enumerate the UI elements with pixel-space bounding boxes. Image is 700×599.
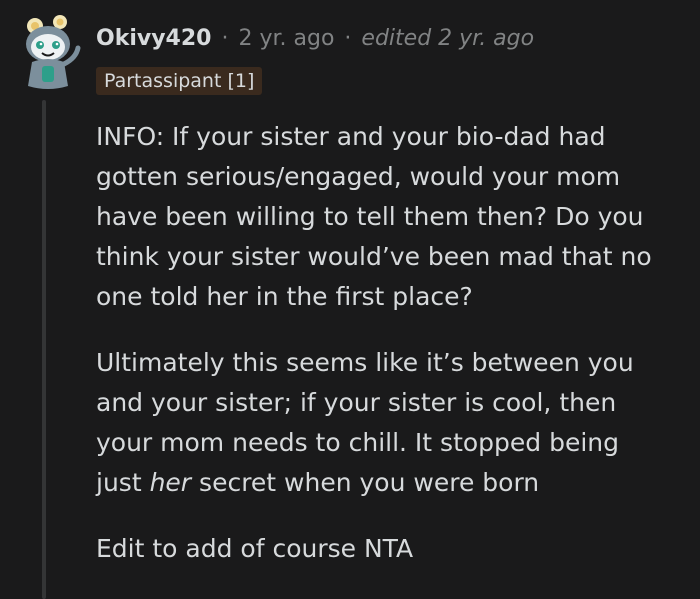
comment-line: just her secret when you were born	[96, 468, 539, 497]
snoo-avatar-icon	[26, 15, 81, 89]
comment-line: and your sister; if your sister is cool,…	[96, 388, 617, 417]
comment-paragraph-info: INFO: If your sister and your bio-dad ha…	[96, 117, 686, 317]
comment-line: think your sister would’ve been mad that…	[96, 242, 652, 271]
separator-dot: ·	[344, 26, 352, 51]
comment-header: Okivy420 · 2 yr. ago · edited 2 yr. ago	[96, 26, 534, 51]
separator-dot: ·	[221, 26, 229, 51]
user-avatar[interactable]	[22, 14, 82, 90]
comment-timestamp[interactable]: 2 yr. ago	[238, 26, 334, 51]
emphasis-text: her	[149, 468, 192, 497]
thread-collapse-line[interactable]	[42, 100, 46, 599]
username-link[interactable]: Okivy420	[96, 26, 211, 51]
comment-line: your mom needs to chill. It stopped bein…	[96, 428, 620, 457]
comment-paragraph-edit: Edit to add of course NTA	[96, 529, 686, 569]
comment-line: have been willing to tell them then? Do …	[96, 202, 644, 231]
comment-line: gotten serious/engaged, would your mom	[96, 162, 621, 191]
line-text: just	[96, 468, 150, 497]
comment-body: INFO: If your sister and your bio-dad ha…	[96, 117, 686, 595]
comment-line: Ultimately this seems like it’s between …	[96, 348, 634, 377]
comment-line: one told her in the first place?	[96, 282, 473, 311]
comment-paragraph-ultimately: Ultimately this seems like it’s between …	[96, 343, 686, 503]
comment-line: INFO: If your sister and your bio-dad ha…	[96, 122, 606, 151]
edited-timestamp: edited 2 yr. ago	[361, 26, 535, 51]
comment-line: Edit to add of course NTA	[96, 534, 414, 563]
line-text: secret when you were born	[191, 468, 540, 497]
user-flair: Partassipant [1]	[96, 67, 263, 95]
